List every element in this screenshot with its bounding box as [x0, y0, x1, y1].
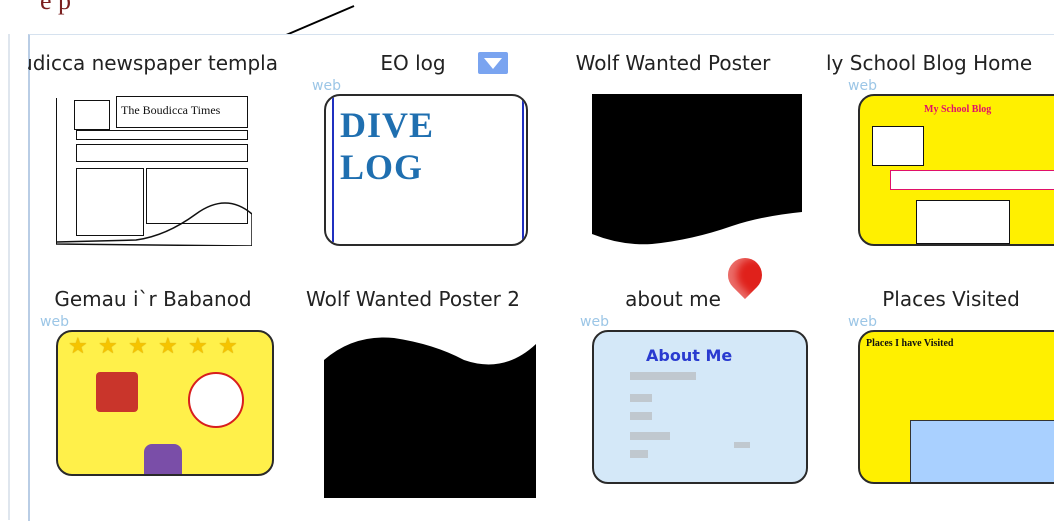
template-title: Wolf Wanted Poster	[575, 51, 771, 75]
wolf-poster-2-thumbnail	[324, 337, 536, 498]
web-badge: web	[40, 314, 69, 330]
web-badge: web	[580, 314, 609, 330]
mini-field	[630, 412, 652, 420]
newspaper-thumbnail: The Boudicca Times	[56, 96, 252, 246]
template-tile-wolf-poster-2[interactable]: Wolf Wanted Poster 2	[288, 270, 538, 506]
mini-field	[630, 450, 648, 458]
school-blog-thumbnail: My School Blog	[858, 94, 1054, 246]
person-icon	[144, 444, 182, 474]
mini-box	[916, 200, 1010, 244]
template-tile-about-me[interactable]: about me web About Me	[548, 250, 808, 506]
template-title: ly School Blog Home	[826, 51, 1033, 75]
template-title: Gemau i`r Babanod	[54, 287, 252, 311]
star-icon: ★	[158, 334, 178, 359]
mini-table	[890, 170, 1054, 190]
star-icon: ★	[68, 334, 88, 359]
barn-icon	[96, 372, 138, 412]
web-badge: web	[848, 314, 877, 330]
places-title: Places I have Visited	[866, 338, 954, 349]
template-tile-places-visited[interactable]: Places Visited web Places I have Visited	[808, 270, 1054, 506]
mini-field	[630, 394, 652, 402]
dropdown-arrow-icon[interactable]	[478, 52, 508, 74]
page-curl	[56, 98, 252, 246]
wolf-poster-thumbnail	[592, 94, 802, 245]
web-badge: web	[312, 78, 341, 94]
template-tile-wolf-poster[interactable]: Wolf Wanted Poster	[548, 34, 802, 270]
mini-field	[630, 432, 670, 440]
template-title: udicca newspaper templa	[28, 51, 278, 75]
mini-field	[630, 372, 696, 380]
web-badge: web	[848, 78, 877, 94]
star-icon: ★	[188, 334, 208, 359]
dive-title: DIVE LOG	[340, 105, 435, 187]
template-tile-boudicca[interactable]: udicca newspaper templa The Boudicca Tim…	[28, 34, 278, 270]
scrollbar-edge[interactable]	[8, 34, 10, 520]
clown-icon	[188, 372, 244, 428]
star-icon: ★	[218, 334, 238, 359]
star-icon: ★	[98, 334, 118, 359]
about-title: About Me	[646, 346, 733, 365]
about-me-thumbnail: About Me	[592, 330, 808, 484]
mini-image-box	[910, 420, 1054, 482]
template-title: about me	[625, 287, 721, 311]
template-tile-gemau[interactable]: Gemau i`r Babanod web ★ ★ ★ ★ ★ ★	[28, 270, 278, 506]
dive-log-thumbnail: DIVE LOG	[324, 94, 528, 246]
mini-box	[872, 126, 924, 166]
template-title: Wolf Wanted Poster 2	[306, 287, 520, 311]
gemau-thumbnail: ★ ★ ★ ★ ★ ★	[56, 330, 274, 476]
places-visited-thumbnail: Places I have Visited	[858, 330, 1054, 484]
star-icon: ★	[128, 334, 148, 359]
mini-field	[734, 442, 750, 448]
template-tile-school-blog[interactable]: ly School Blog Home web My School Blog	[808, 34, 1054, 270]
template-title: Places Visited	[882, 287, 1020, 311]
template-tile-dive-log[interactable]: EO log web DIVE LOG	[288, 34, 538, 270]
blog-title: My School Blog	[924, 104, 992, 115]
